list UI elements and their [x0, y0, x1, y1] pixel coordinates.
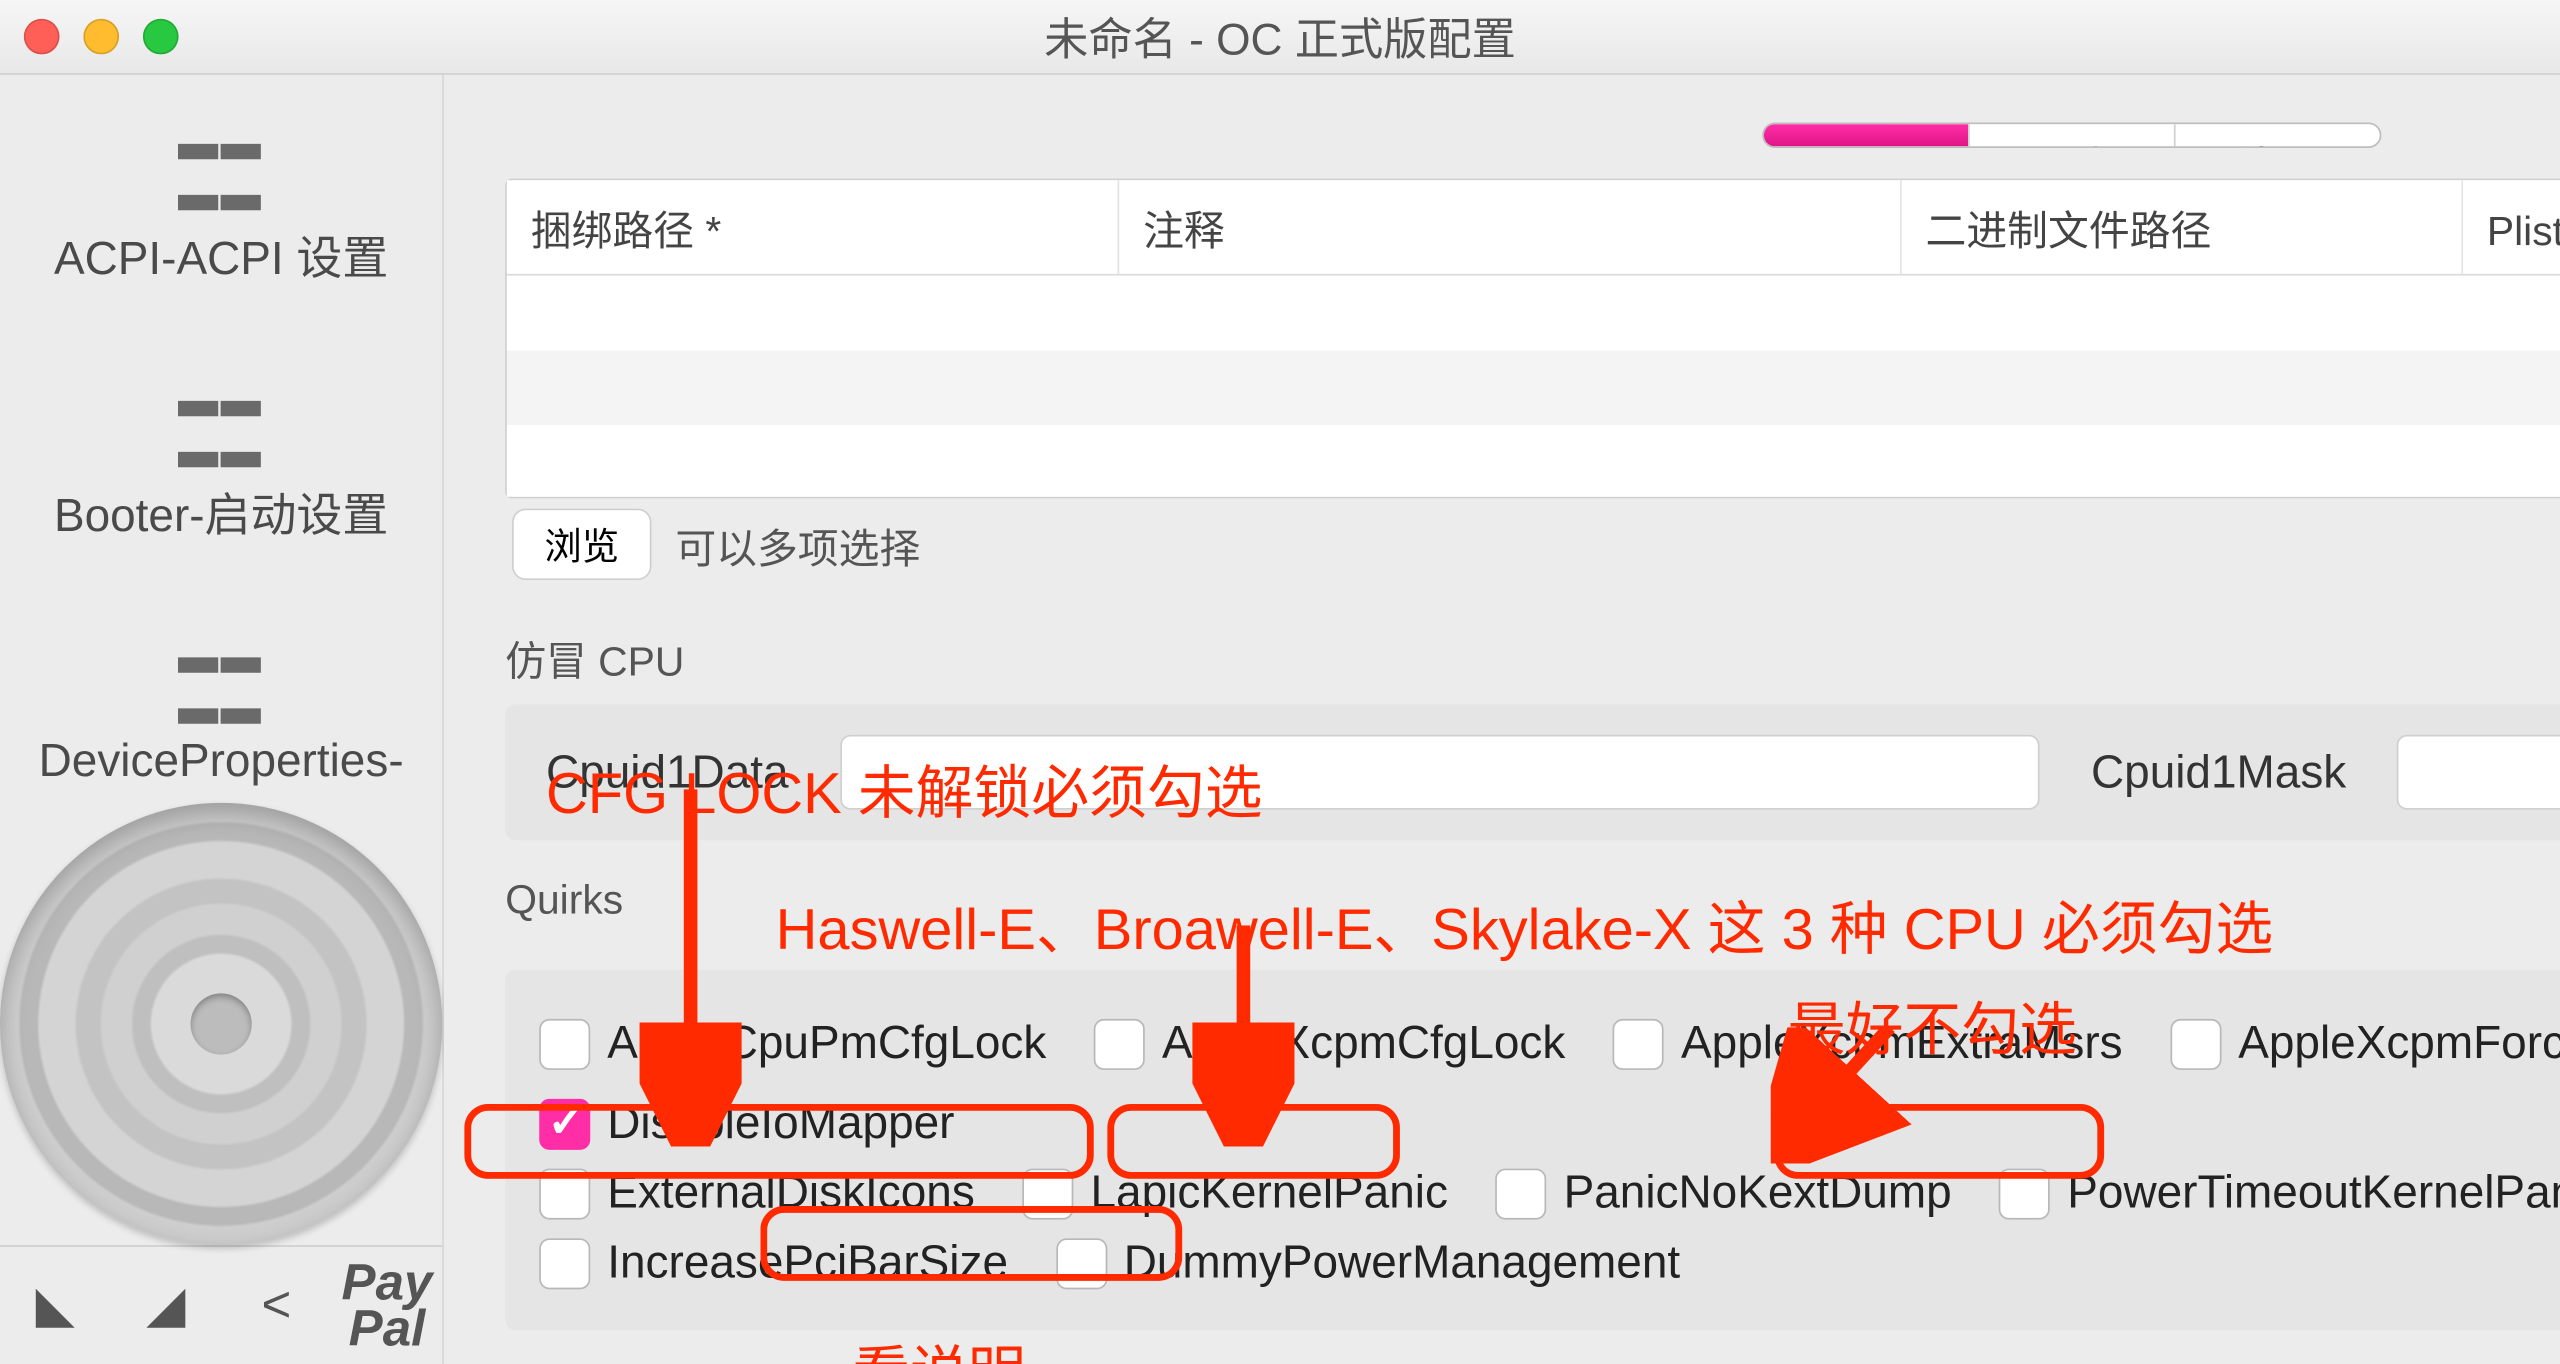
column-header[interactable]: 捆绑路径 * [507, 180, 1119, 274]
checkbox[interactable] [1496, 1168, 1547, 1219]
cpuid1data-input[interactable] [840, 735, 2040, 810]
sidebar-item[interactable]: ▂▂▂▂ ACPI-ACPI 设置 [0, 75, 442, 332]
quirk-label: AppleXcpmExtraMsrs [1681, 1017, 2123, 1070]
annotation-see-desc: 看说明 [852, 1327, 1026, 1364]
column-header[interactable]: 注释 [1119, 180, 1901, 274]
sidebar-item-label: ACPI-ACPI 设置 [17, 221, 425, 287]
checkbox[interactable] [1094, 1018, 1145, 1069]
quirk-label: DisableIoMapper [607, 1097, 954, 1150]
quirk-AppleXcpmForceBoost[interactable]: AppleXcpmForceBoost [2170, 1017, 2560, 1070]
quirk-PanicNoKextDump[interactable]: PanicNoKextDump [1496, 1167, 1952, 1220]
quirk-label: AppleXcpmCfgLock [1162, 1017, 1565, 1070]
list-icon: ▂▂▂▂ [17, 105, 425, 207]
quirk-DisableIoMapper[interactable]: DisableIoMapper [539, 1097, 954, 1150]
quirk-ExternalDiskIcons[interactable]: ExternalDiskIcons [539, 1167, 975, 1220]
import-icon[interactable]: ◣ [4, 1276, 106, 1336]
column-header[interactable]: Plist 文件路径 [2463, 180, 2560, 274]
sidebar-item[interactable]: ▂▂▂▂ DeviceProperties-注入设备设置 [0, 589, 442, 786]
minimize-icon[interactable] [83, 19, 119, 55]
multi-select-hint: 可以多项选择 [675, 515, 920, 575]
quirk-AppleXcpmCfgLock[interactable]: AppleXcpmCfgLock [1094, 1017, 1565, 1070]
quirk-label: AppleXcpmForceBoost [2238, 1017, 2560, 1070]
checkbox[interactable] [1056, 1237, 1107, 1288]
jog-dial[interactable] [0, 803, 442, 1245]
quirk-label: AppleCpuPmCfgLock [607, 1017, 1046, 1070]
sidebar-item-label: Booter-启动设置 [17, 478, 425, 544]
browse-button[interactable]: 浏览 [512, 509, 652, 580]
paypal-icon[interactable]: PayPal [336, 1260, 438, 1352]
checkbox[interactable] [539, 1237, 590, 1288]
titlebar: 未命名 - OC 正式版配置 [0, 0, 2560, 75]
quirk-PowerTimeoutKernelPanic[interactable]: PowerTimeoutKernelPanic [1999, 1167, 2560, 1220]
main-panel: 添加阻止补丁 捆绑路径 *注释二进制文件路径Plist 文件路径最小内核最大内核… [444, 75, 2560, 1364]
list-icon: ▂▂▂▂ [17, 362, 425, 464]
cpuid-row: Cpuid1Data Cpuid1Mask [505, 704, 2560, 840]
bottom-toolbar: ◣ ◢ < PayPal [0, 1245, 442, 1364]
cpuid1mask-label: Cpuid1Mask [2091, 746, 2346, 799]
kext-table: 捆绑路径 *注释二进制文件路径Plist 文件路径最小内核最大内核启用 [505, 179, 2560, 499]
cpuid1mask-input[interactable] [2397, 735, 2560, 810]
checkbox[interactable] [1022, 1168, 1073, 1219]
quirk-label: DummyPowerManagement [1124, 1237, 1680, 1290]
column-header[interactable]: 二进制文件路径 [1902, 180, 2463, 274]
list-icon: ▂▂▂▂ [17, 619, 425, 721]
table-header: 捆绑路径 *注释二进制文件路径Plist 文件路径最小内核最大内核启用 [507, 180, 2560, 275]
tab[interactable]: 添加 [1764, 124, 1970, 146]
window-controls [24, 19, 179, 55]
quirk-label: PanicNoKextDump [1564, 1167, 1952, 1220]
quirks-section-label: Quirks [505, 878, 2560, 926]
quirk-AppleXcpmExtraMsrs[interactable]: AppleXcpmExtraMsrs [1613, 1017, 2123, 1070]
checkbox[interactable] [539, 1018, 590, 1069]
quirks-panel: AppleCpuPmCfgLock AppleXcpmCfgLock AppleXc… [505, 970, 2560, 1331]
window-title: 未命名 - OC 正式版配置 [0, 5, 2560, 68]
checkbox[interactable] [1999, 1168, 2050, 1219]
checkbox[interactable] [2170, 1018, 2221, 1069]
quirk-label: LapicKernelPanic [1091, 1167, 1448, 1220]
tab-bar: 添加阻止补丁 [1762, 122, 2381, 148]
quirk-AppleCpuPmCfgLock[interactable]: AppleCpuPmCfgLock [539, 1017, 1046, 1070]
emulate-section-label: 仿冒 CPU [505, 628, 2560, 688]
checkbox[interactable] [539, 1098, 590, 1149]
quirk-label: PowerTimeoutKernelPanic [2067, 1167, 2560, 1220]
tab[interactable]: 阻止 [1970, 124, 2176, 146]
quirk-LapicKernelPanic[interactable]: LapicKernelPanic [1022, 1167, 1447, 1220]
close-icon[interactable] [24, 19, 60, 55]
checkbox[interactable] [1613, 1018, 1664, 1069]
sidebar: ▂▂▂▂ ACPI-ACPI 设置 ▂▂▂▂ Booter-启动设置 ▂▂▂▂ Devic… [0, 75, 444, 1364]
quirk-DummyPowerManagement[interactable]: DummyPowerManagement [1056, 1237, 1680, 1290]
zoom-icon[interactable] [143, 19, 179, 55]
sidebar-item[interactable]: ▂▂▂▂ Booter-启动设置 [0, 332, 442, 589]
quirk-label: IncreasePciBarSize [607, 1237, 1008, 1290]
sidebar-item-label: DeviceProperties-注入设备设置 [17, 735, 425, 786]
export-icon[interactable]: ◢ [115, 1276, 217, 1336]
table-body[interactable] [507, 276, 2560, 497]
checkbox[interactable] [539, 1168, 590, 1219]
share-icon[interactable]: < [225, 1277, 327, 1335]
quirk-label: ExternalDiskIcons [607, 1167, 975, 1220]
tab[interactable]: 补丁 [2176, 124, 2380, 146]
quirk-IncreasePciBarSize[interactable]: IncreasePciBarSize [539, 1237, 1008, 1290]
cpuid1data-label: Cpuid1Data [546, 746, 789, 799]
